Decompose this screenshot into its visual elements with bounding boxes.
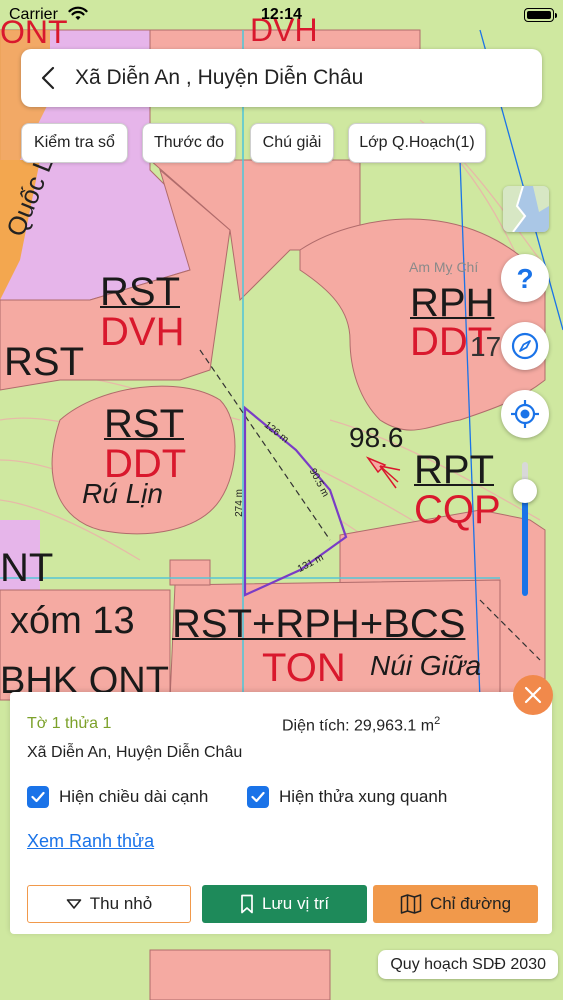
sheet-parcel-label: Tờ 1 thửa 1	[27, 715, 112, 732]
map-label-17: 17	[470, 331, 502, 362]
bookmark-icon	[241, 894, 253, 914]
map-label-rph-top: RPH	[410, 281, 495, 325]
plan-badge[interactable]: Quy hoạch SDĐ 2030	[378, 950, 558, 979]
map-label-rst-ddt-top: RST	[104, 402, 184, 446]
map-label-rst-dvh-bottom: DVH	[100, 310, 185, 354]
view-parcel-boundary-link[interactable]: Xem Ranh thửa	[27, 831, 154, 852]
directions-label: Chỉ đường	[429, 894, 512, 913]
help-button[interactable]: ?	[501, 254, 549, 302]
triangle-down-icon	[66, 899, 82, 909]
map-label-rpt-bottom: CQP	[414, 488, 501, 532]
map-label-nui-giua: Núi Giữa	[370, 650, 482, 681]
save-location-button[interactable]: Lưu vị trí	[202, 885, 367, 923]
edge-length-checkbox-row[interactable]: Hiện chiều dài cạnh	[27, 786, 208, 808]
svg-text:?: ?	[516, 263, 533, 293]
chevron-left-icon	[41, 66, 55, 90]
save-location-label: Lưu vị trí	[261, 894, 330, 913]
compass-icon	[511, 332, 539, 360]
compass-button[interactable]	[501, 322, 549, 370]
map-label-ton: TON	[262, 646, 346, 690]
area-unit-sup: 2	[434, 715, 441, 727]
map-label-rst-rph-bcs: RST+RPH+BCS	[172, 602, 466, 646]
map-label-nt: NT	[0, 546, 54, 590]
close-panel-button[interactable]	[513, 675, 553, 715]
close-icon	[524, 686, 542, 704]
back-button[interactable]	[21, 49, 75, 107]
area-value: Diện tích: 29,963.1 m	[282, 717, 435, 735]
check-icon	[251, 791, 265, 803]
status-bar: Carrier 12:14	[0, 0, 563, 30]
planning-layer-button[interactable]: Lớp Q.Hoạch(1)	[348, 123, 486, 163]
battery-icon	[524, 8, 557, 22]
locate-icon	[511, 400, 539, 428]
check-book-button[interactable]: Kiểm tra sổ	[21, 123, 128, 163]
check-icon	[31, 791, 45, 803]
edge-length-checkbox[interactable]	[27, 786, 49, 808]
map-label-rpt-top: RPT	[414, 448, 494, 492]
locate-button[interactable]	[501, 390, 549, 438]
search-header: Xã Diễn An , Huyện Diễn Châu	[21, 49, 542, 107]
legend-button[interactable]: Chú giải	[250, 123, 334, 163]
ruler-button[interactable]: Thước đo	[142, 123, 236, 163]
area-label: Diện tích: 29,963.1 m2	[282, 715, 440, 735]
map-label-rst-dvh-top: RST	[100, 270, 180, 314]
neighbors-label: Hiện thửa xung quanh	[279, 787, 448, 806]
collapse-button[interactable]: Thu nhỏ	[27, 885, 191, 923]
map-thumbnail-icon	[503, 186, 549, 232]
edge-length-label: Hiện chiều dài cạnh	[59, 787, 209, 806]
map-label-ru-lin: Rú Lịn	[82, 478, 163, 509]
neighbors-checkbox-row[interactable]: Hiện thửa xung quanh	[247, 786, 447, 808]
map-icon	[400, 894, 422, 914]
map-label-elevation: 98.6	[349, 422, 404, 453]
basemap-toggle[interactable]	[503, 186, 549, 232]
opacity-slider-fill	[522, 491, 528, 596]
question-icon: ?	[516, 263, 533, 293]
edge-label-4: 274 m	[233, 489, 245, 517]
neighbors-checkbox[interactable]	[247, 786, 269, 808]
collapse-label: Thu nhỏ	[89, 894, 153, 913]
directions-button[interactable]: Chỉ đường	[373, 885, 538, 923]
address-label: Xã Diễn An, Huyện Diễn Châu	[27, 744, 243, 761]
map-label-rst-left: RST	[4, 340, 84, 384]
clock: 12:14	[261, 6, 302, 23]
page-title: Xã Diễn An , Huyện Diễn Châu	[75, 66, 364, 89]
map-label-am-my-chi: Am Mỵ Chí	[409, 259, 479, 275]
map-label-xom13: xóm 13	[10, 600, 135, 642]
